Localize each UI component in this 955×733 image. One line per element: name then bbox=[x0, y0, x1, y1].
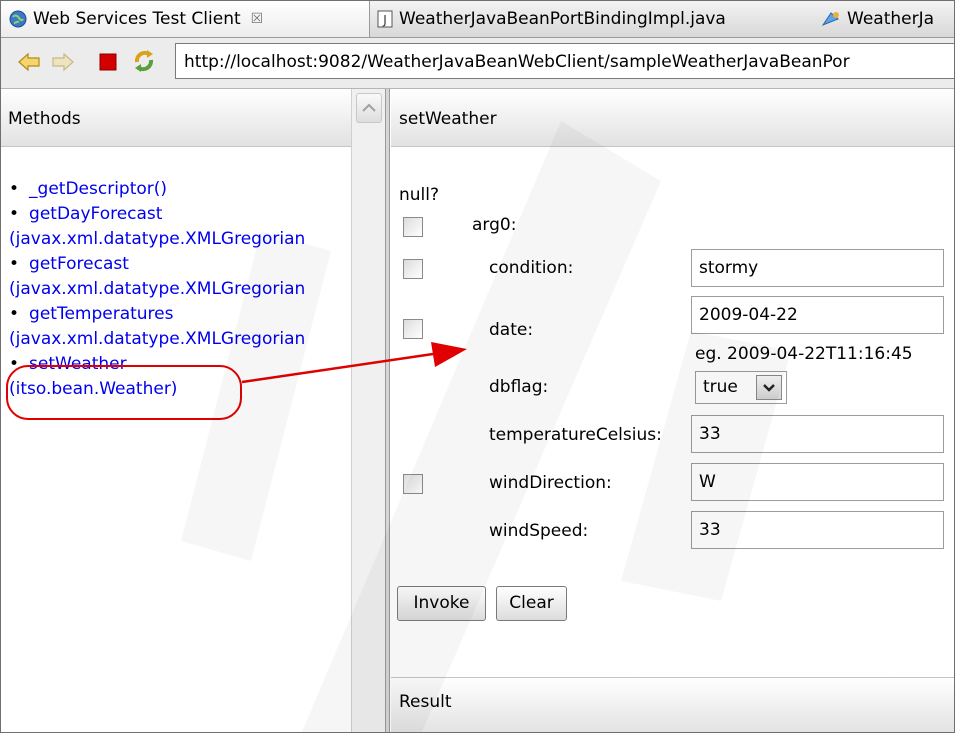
eclipse-editor-window: Web Services Test Client ☒ J WeatherJava… bbox=[0, 0, 955, 733]
annotation-arrow bbox=[241, 342, 467, 384]
